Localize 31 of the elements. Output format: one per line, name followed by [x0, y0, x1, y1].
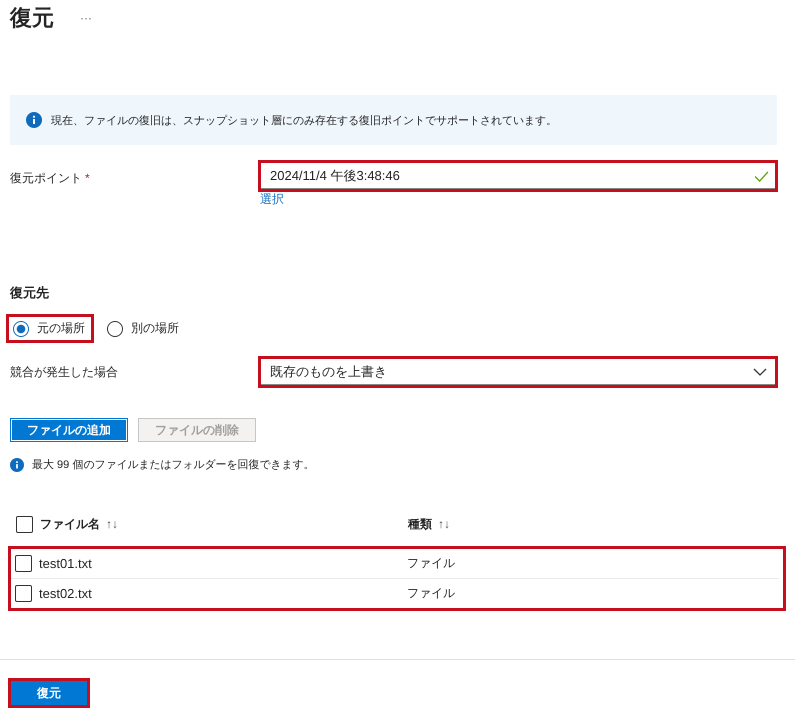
- info-icon: [10, 458, 24, 472]
- conflict-dropdown[interactable]: 既存のものを上書き: [258, 356, 778, 388]
- sort-icon[interactable]: ↑↓: [106, 517, 118, 531]
- info-icon: [26, 112, 42, 128]
- table-cell-text: test01.txt: [39, 556, 93, 571]
- required-mark: *: [85, 171, 90, 185]
- table-cell: ファイル: [407, 555, 455, 572]
- field-label: 競合が発生した場合: [10, 364, 119, 380]
- table-cell-text: test02.txt: [39, 586, 93, 601]
- column-header[interactable]: ファイル名: [40, 516, 100, 532]
- row-checkbox[interactable]: [15, 555, 32, 572]
- sort-icon[interactable]: ↑↓: [438, 517, 450, 531]
- page-title: 復元: [10, 4, 54, 32]
- restore-button[interactable]: 復元: [8, 678, 90, 708]
- radio-option[interactable]: 元の場所: [6, 314, 94, 343]
- section-heading: 復元先: [10, 284, 50, 302]
- select-all-checkbox[interactable]: [16, 516, 33, 532]
- field-value: 2024/11/4 午後3:48:46: [270, 167, 400, 185]
- radio-option[interactable]: 別の場所: [100, 314, 188, 343]
- column-header[interactable]: 種類: [408, 516, 432, 532]
- action-button[interactable]: ファイルの追加: [10, 418, 128, 442]
- table-cell: ファイル: [407, 585, 455, 602]
- field-label: 復元ポイント: [10, 171, 82, 185]
- dropdown-value: 既存のものを上書き: [270, 363, 387, 381]
- chevron-down-icon: [753, 368, 767, 376]
- restore-point-field[interactable]: 2024/11/4 午後3:48:46: [258, 160, 778, 192]
- note-text: 最大 99 個のファイルまたはフォルダーを回復できます。: [32, 458, 314, 472]
- select-link[interactable]: 選択: [260, 193, 284, 205]
- info-text: 現在、ファイルの復旧は、スナップショット層にのみ存在する復旧ポイントでサポートされています。: [51, 114, 557, 128]
- more-button[interactable]: ···: [80, 11, 92, 25]
- row-checkbox[interactable]: [15, 585, 32, 602]
